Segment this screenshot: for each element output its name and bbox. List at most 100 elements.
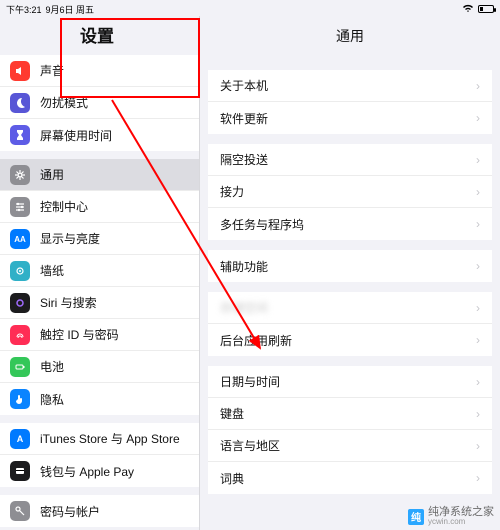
chevron-right-icon: › <box>476 375 480 389</box>
row-label: 存储空间 <box>220 299 268 316</box>
row-background-refresh[interactable]: 后台应用刷新 › <box>208 324 492 356</box>
sidebar-item-appstore[interactable]: A iTunes Store 与 App Store <box>0 423 199 455</box>
sidebar-item-label: 通用 <box>40 166 64 183</box>
sidebar-group: A iTunes Store 与 App Store 钱包与 Apple Pay <box>0 423 199 487</box>
status-bar: 下午3:21 9月6日 周五 <box>6 2 494 16</box>
row-software-update[interactable]: 软件更新 › <box>208 102 492 134</box>
chevron-right-icon: › <box>476 439 480 453</box>
siri-icon <box>10 293 30 313</box>
detail-pane: 通用 关于本机› 软件更新› 隔空投送› 接力› 多任务与程序坞› 辅助功能› … <box>200 16 500 530</box>
sidebar-item-passwords[interactable]: 密码与帐户 <box>0 495 199 527</box>
svg-text:AA: AA <box>14 235 26 244</box>
sidebar-item-label: 声音 <box>40 62 64 79</box>
row-keyboard[interactable]: 键盘 › <box>208 398 492 430</box>
detail-group: 关于本机 › 软件更新 › <box>208 70 492 134</box>
sidebar-item-wallet[interactable]: 钱包与 Apple Pay <box>0 455 199 487</box>
chevron-right-icon: › <box>476 153 480 167</box>
chevron-right-icon: › <box>476 301 480 315</box>
sound-icon <box>10 61 30 81</box>
sidebar-item-control-center[interactable]: 控制中心 <box>0 191 199 223</box>
chevron-right-icon: › <box>476 259 480 273</box>
sidebar-item-battery[interactable]: 电池 <box>0 351 199 383</box>
status-time: 下午3:21 <box>6 3 42 16</box>
sidebar-item-wallpaper[interactable]: 墙纸 <box>0 255 199 287</box>
row-label: 辅助功能 <box>220 258 268 275</box>
row-about[interactable]: 关于本机 › <box>208 70 492 102</box>
chevron-right-icon: › <box>476 217 480 231</box>
chevron-right-icon: › <box>476 407 480 421</box>
detail-group: 辅助功能 › <box>208 250 492 282</box>
watermark-logo: 纯 <box>408 509 424 525</box>
sidebar-item-display[interactable]: AA 显示与亮度 <box>0 223 199 255</box>
chevron-right-icon: › <box>476 333 480 347</box>
sidebar-item-siri[interactable]: Siri 与搜索 <box>0 287 199 319</box>
row-multitask[interactable]: 多任务与程序坞 › <box>208 208 492 240</box>
sidebar-group: 声音 勿扰模式 屏幕使用时间 <box>0 55 199 151</box>
sidebar-item-label: Siri 与搜索 <box>40 294 97 311</box>
wifi-icon <box>462 4 474 15</box>
row-language[interactable]: 语言与地区› <box>208 430 492 462</box>
sidebar-item-label: 勿扰模式 <box>40 94 88 111</box>
status-date: 9月6日 周五 <box>46 3 95 16</box>
detail-group: 日期与时间 › 键盘 › 语言与地区› 词典 › <box>208 366 492 494</box>
row-label: 关于本机 <box>220 77 268 94</box>
row-storage[interactable]: 存储空间 › <box>208 292 492 324</box>
sidebar-item-label: 钱包与 Apple Pay <box>40 463 134 480</box>
row-label: 词典 <box>220 470 244 487</box>
watermark: 纯 纯净系统之家 ycwin.com <box>408 507 494 526</box>
hourglass-icon <box>10 125 30 145</box>
chevron-right-icon: › <box>476 111 480 125</box>
row-label: 多任务与程序坞 <box>220 216 304 233</box>
moon-icon <box>10 93 30 113</box>
sidebar-item-label: 显示与亮度 <box>40 230 100 247</box>
sidebar-group: 密码与帐户 <box>0 495 199 527</box>
sidebar-item-label: 电池 <box>40 358 64 375</box>
sidebar-item-label: 控制中心 <box>40 198 88 215</box>
row-accessibility[interactable]: 辅助功能 › <box>208 250 492 282</box>
sidebar-item-privacy[interactable]: 隐私 <box>0 383 199 415</box>
row-airdrop[interactable]: 隔空投送 › <box>208 144 492 176</box>
sidebar-item-label: 密码与帐户 <box>40 503 100 520</box>
detail-title: 通用 <box>200 16 500 60</box>
row-handoff[interactable]: 接力 › <box>208 176 492 208</box>
row-label: 隔空投送 <box>220 151 268 168</box>
battery-icon <box>10 357 30 377</box>
sidebar-item-label: 屏幕使用时间 <box>40 127 112 144</box>
row-datetime[interactable]: 日期与时间 › <box>208 366 492 398</box>
gear-icon <box>10 165 30 185</box>
sidebar-item-general[interactable]: 通用 <box>0 159 199 191</box>
chevron-right-icon: › <box>476 471 480 485</box>
wallpaper-icon <box>10 261 30 281</box>
sidebar-item-dnd[interactable]: 勿扰模式 <box>0 87 199 119</box>
row-label: 接力 <box>220 183 244 200</box>
chevron-right-icon: › <box>476 79 480 93</box>
fingerprint-icon <box>10 325 30 345</box>
sliders-icon <box>10 197 30 217</box>
sidebar-item-sound[interactable]: 声音 <box>0 55 199 87</box>
sidebar-item-label: 触控 ID 与密码 <box>40 326 119 343</box>
settings-sidebar: 设置 声音 勿扰模式 屏幕使用时间 通用 <box>0 16 200 530</box>
chevron-right-icon: › <box>476 185 480 199</box>
key-icon <box>10 501 30 521</box>
sidebar-item-label: 隐私 <box>40 391 64 408</box>
sidebar-item-label: 墙纸 <box>40 262 64 279</box>
detail-group: 隔空投送 › 接力 › 多任务与程序坞 › <box>208 144 492 240</box>
battery-icon <box>478 5 494 13</box>
sidebar-group: 通用 控制中心 AA 显示与亮度 墙纸 Siri 与搜索 触控 ID 与密码 <box>0 159 199 415</box>
row-label: 软件更新 <box>220 110 268 127</box>
detail-group: 存储空间 › 后台应用刷新 › <box>208 292 492 356</box>
row-label: 键盘 <box>220 405 244 422</box>
brightness-icon: AA <box>10 229 30 249</box>
sidebar-item-label: iTunes Store 与 App Store <box>40 430 180 447</box>
sidebar-item-touchid[interactable]: 触控 ID 与密码 <box>0 319 199 351</box>
sidebar-title: 设置 <box>80 22 199 47</box>
appstore-icon: A <box>10 429 30 449</box>
row-label: 日期与时间 <box>220 373 280 390</box>
svg-text:A: A <box>17 434 24 444</box>
wallet-icon <box>10 461 30 481</box>
row-dictionary[interactable]: 词典 › <box>208 462 492 494</box>
row-label: 后台应用刷新 <box>220 332 292 349</box>
hand-icon <box>10 389 30 409</box>
sidebar-item-screentime[interactable]: 屏幕使用时间 <box>0 119 199 151</box>
watermark-url: ycwin.com <box>428 518 494 526</box>
